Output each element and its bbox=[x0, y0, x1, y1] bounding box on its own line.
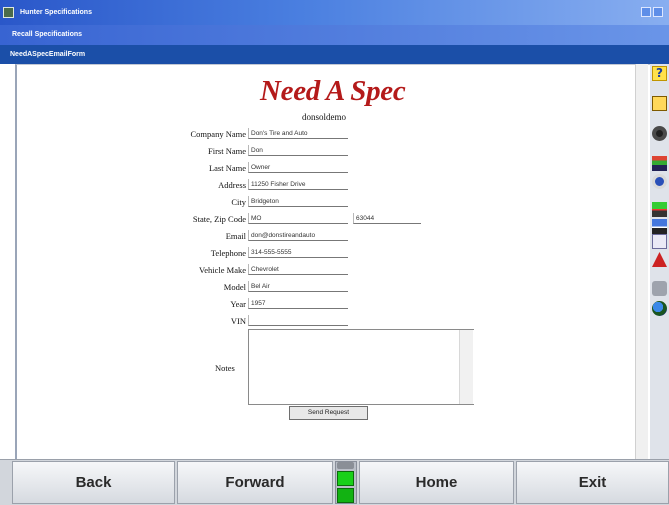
year-field[interactable]: 1957 bbox=[248, 298, 348, 309]
first-name-row: First Name bbox=[17, 144, 246, 158]
email-field[interactable]: don@donstireandauto bbox=[248, 230, 348, 241]
year-row: Year bbox=[17, 297, 246, 311]
state-zip-label: State, Zip Code bbox=[192, 214, 246, 224]
telephone-label: Telephone bbox=[210, 248, 246, 258]
company-name-row: Company Name bbox=[17, 127, 246, 141]
model-label: Model bbox=[223, 282, 246, 292]
telephone-row: Telephone bbox=[17, 246, 246, 260]
vehicle-icon[interactable] bbox=[652, 96, 667, 111]
forward-button[interactable]: Forward bbox=[177, 461, 333, 504]
document-icon[interactable] bbox=[652, 234, 667, 249]
address-label: Address bbox=[218, 180, 246, 190]
section-bar: Recall Specifications bbox=[0, 25, 669, 45]
state-zip-row: State, Zip Code bbox=[17, 212, 246, 226]
vin-row: VIN bbox=[17, 314, 246, 328]
app-icon bbox=[3, 7, 14, 18]
company-name-field[interactable]: Don's Tire and Auto bbox=[248, 128, 348, 139]
right-toolbar: ? bbox=[650, 64, 669, 459]
state-field[interactable]: MO bbox=[248, 213, 348, 224]
exit-button[interactable]: Exit bbox=[516, 461, 669, 504]
warning-icon[interactable] bbox=[652, 252, 667, 267]
alignment-icon[interactable] bbox=[652, 156, 667, 171]
sensor-icon[interactable] bbox=[652, 174, 667, 189]
address-row: Address bbox=[17, 178, 246, 192]
year-label: Year bbox=[230, 299, 246, 309]
notes-textarea[interactable] bbox=[248, 329, 474, 405]
send-request-button[interactable]: Send Request bbox=[289, 406, 368, 420]
home-button[interactable]: Home bbox=[359, 461, 514, 504]
status-light-top bbox=[337, 462, 354, 469]
form-name: NeedASpecEmailForm bbox=[10, 51, 86, 58]
form-content: Need A Spec donsoldemo Company Name Don'… bbox=[15, 64, 651, 459]
notes-label: Notes bbox=[215, 363, 235, 373]
status-light-bottom bbox=[337, 488, 354, 503]
window-controls bbox=[641, 7, 663, 17]
form-name-bar: NeedASpecEmailForm bbox=[0, 45, 669, 64]
minimize-icon[interactable] bbox=[641, 7, 651, 17]
telephone-field[interactable]: 314-555-5555 bbox=[248, 247, 348, 258]
close-icon[interactable] bbox=[653, 7, 663, 17]
zip-field[interactable]: 63044 bbox=[353, 213, 421, 224]
section-title: Recall Specifications bbox=[12, 31, 83, 38]
toe-icon[interactable] bbox=[652, 219, 667, 234]
email-row: Email bbox=[17, 229, 246, 243]
city-label: City bbox=[231, 197, 246, 207]
window-title-bar: Hunter Specifications bbox=[0, 0, 669, 25]
notes-scrollbar[interactable] bbox=[459, 330, 473, 404]
page-subtitle: donsoldemo bbox=[302, 112, 346, 122]
wheel-icon[interactable] bbox=[652, 126, 667, 141]
last-name-label: Last Name bbox=[208, 163, 246, 173]
status-light-middle bbox=[337, 471, 354, 486]
back-button[interactable]: Back bbox=[12, 461, 175, 504]
first-name-label: First Name bbox=[207, 146, 246, 156]
page-title: Need A Spec bbox=[260, 75, 406, 107]
address-field[interactable]: 11250 Fisher Drive bbox=[248, 179, 348, 190]
vin-label: VIN bbox=[230, 316, 246, 326]
vehicle-make-label: Vehicle Make bbox=[199, 265, 246, 275]
bottom-nav-bar: Back Forward Home Exit bbox=[0, 459, 669, 505]
vehicle-make-field[interactable]: Chevrolet bbox=[248, 264, 348, 275]
model-row: Model bbox=[17, 280, 246, 294]
window-title: Hunter Specifications bbox=[20, 9, 92, 16]
camber-icon[interactable] bbox=[652, 202, 667, 217]
vin-field[interactable] bbox=[248, 315, 348, 326]
model-field[interactable]: Bel Air bbox=[248, 281, 348, 292]
city-field[interactable]: Bridgeton bbox=[248, 196, 348, 207]
globe-icon[interactable] bbox=[652, 301, 667, 316]
help-icon[interactable]: ? bbox=[652, 66, 667, 81]
last-name-row: Last Name bbox=[17, 161, 246, 175]
tool-icon[interactable] bbox=[652, 281, 667, 296]
vehicle-make-row: Vehicle Make bbox=[17, 263, 246, 277]
first-name-field[interactable]: Don bbox=[248, 145, 348, 156]
city-row: City bbox=[17, 195, 246, 209]
content-scrollbar[interactable] bbox=[635, 64, 648, 459]
email-label: Email bbox=[225, 231, 246, 241]
company-name-label: Company Name bbox=[190, 129, 246, 139]
last-name-field[interactable]: Owner bbox=[248, 162, 348, 173]
